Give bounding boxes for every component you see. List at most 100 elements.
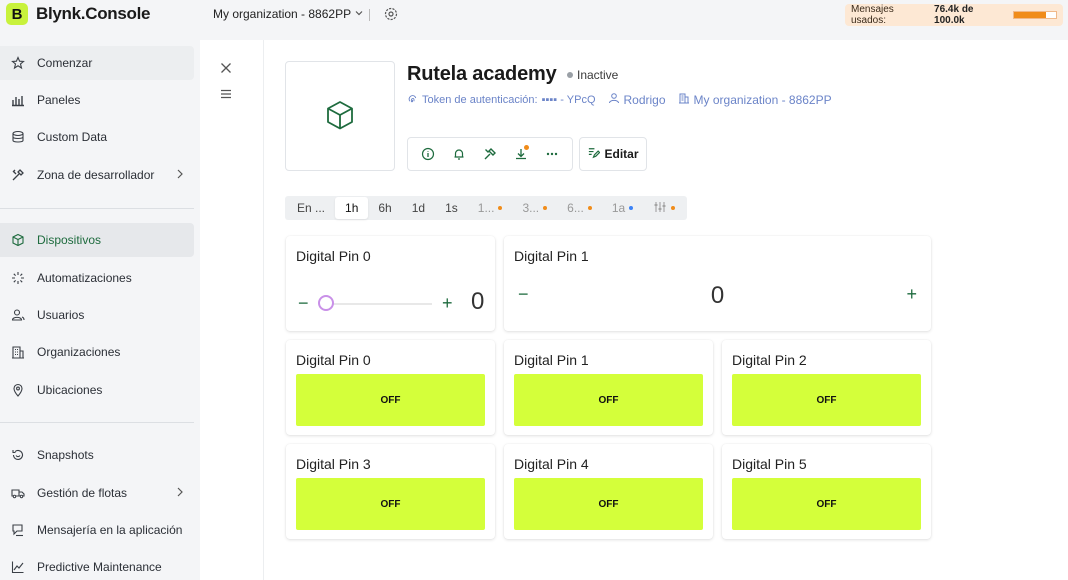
device-meta: Token de autenticación: ▪▪▪▪ - YPcQ Rodr… bbox=[407, 92, 832, 107]
menu-icon[interactable] bbox=[218, 86, 234, 102]
widget-title: Digital Pin 0 bbox=[296, 248, 371, 264]
fingerprint-icon bbox=[407, 93, 418, 107]
edit-label: Editar bbox=[604, 147, 639, 161]
location-pin-icon bbox=[10, 382, 26, 398]
notification-dot bbox=[524, 145, 530, 150]
time-range-tab[interactable]: 1s bbox=[435, 197, 468, 219]
widget-title: Digital Pin 2 bbox=[732, 352, 807, 368]
sidebar-item-label: Predictive Maintenance bbox=[37, 560, 162, 574]
more-icon[interactable] bbox=[543, 145, 561, 163]
users-icon bbox=[10, 307, 26, 323]
sidebar-item-organizaciones[interactable]: Organizaciones bbox=[0, 335, 194, 369]
brand-name: Blynk.Console bbox=[36, 4, 151, 23]
org-selector-label: My organization - 8862PP bbox=[213, 7, 352, 21]
switch-widget: Digital Pin 3 OFF bbox=[286, 444, 495, 539]
edit-icon bbox=[587, 146, 601, 162]
slider-widget: Digital Pin 0 − + 0 bbox=[286, 236, 495, 331]
edit-button[interactable]: Editar bbox=[579, 137, 647, 171]
sparkle-icon bbox=[10, 270, 26, 286]
sidebar-item-label: Paneles bbox=[37, 93, 81, 107]
time-range-tab[interactable]: 6... bbox=[557, 197, 602, 219]
switch-widget: Digital Pin 2 OFF bbox=[722, 340, 931, 435]
sidebar-item-custom-data[interactable]: Custom Data bbox=[0, 120, 194, 154]
sliders-icon bbox=[653, 201, 667, 216]
auth-token[interactable]: Token de autenticación: ▪▪▪▪ - YPcQ bbox=[407, 93, 596, 107]
sidebar-item-label: Automatizaciones bbox=[37, 271, 132, 285]
sidebar-item-label: Zona de desarrollador bbox=[37, 168, 155, 182]
switch-button[interactable]: OFF bbox=[732, 478, 921, 530]
device-title: Rutela academy bbox=[407, 63, 557, 85]
device-status: Inactive bbox=[567, 68, 618, 82]
sidebar-item-comenzar[interactable]: Comenzar bbox=[0, 46, 194, 80]
widget-title: Digital Pin 0 bbox=[296, 352, 371, 368]
time-range-tab-label: 6h bbox=[378, 201, 392, 215]
bar-chart-icon bbox=[10, 92, 26, 108]
sidebar-item-label: Mensajería en la aplicación bbox=[37, 523, 183, 537]
auth-token-label: Token de autenticación: bbox=[422, 93, 538, 106]
time-range-tab[interactable]: 1a bbox=[602, 197, 643, 219]
plus-icon[interactable]: + bbox=[442, 292, 453, 314]
usage-value: 76.4k de 100.0k bbox=[934, 4, 974, 26]
panel-toolbar bbox=[200, 40, 264, 580]
sidebar-item-paneles[interactable]: Paneles bbox=[0, 83, 194, 117]
device-organization[interactable]: My organization - 8862PP bbox=[678, 92, 832, 107]
organization-name: My organization - 8862PP bbox=[693, 92, 832, 107]
tools-icon[interactable] bbox=[481, 145, 499, 163]
slider-value: 0 bbox=[471, 288, 485, 315]
sidebar-item-label: Snapshots bbox=[37, 448, 94, 462]
star-icon bbox=[10, 55, 26, 71]
database-icon bbox=[10, 129, 26, 145]
close-icon[interactable] bbox=[218, 60, 234, 76]
sidebar-item-mensajeria[interactable]: Mensajería en la aplicación bbox=[0, 513, 194, 547]
sidebar-item-label: Comenzar bbox=[37, 56, 93, 70]
auth-token-value: ▪▪▪▪ - YPcQ bbox=[541, 93, 596, 106]
switch-widget: Digital Pin 5 OFF bbox=[722, 444, 931, 539]
sidebar-item-ubicaciones[interactable]: Ubicaciones bbox=[0, 373, 194, 407]
bell-icon[interactable] bbox=[450, 145, 468, 163]
device-owner[interactable]: Rodrigo bbox=[608, 92, 666, 107]
minus-icon[interactable]: − bbox=[298, 292, 309, 314]
sidebar-item-usuarios[interactable]: Usuarios bbox=[0, 298, 194, 332]
gear-icon[interactable] bbox=[383, 6, 399, 22]
time-range-tab[interactable]: 1h bbox=[335, 197, 369, 219]
download-icon[interactable] bbox=[512, 145, 530, 163]
time-range-tab[interactable]: 3... bbox=[512, 197, 557, 219]
time-range-tab[interactable]: 1... bbox=[468, 197, 513, 219]
slider-handle[interactable] bbox=[318, 295, 334, 311]
switch-button[interactable]: OFF bbox=[296, 478, 485, 530]
tab-settings[interactable] bbox=[643, 197, 685, 219]
switch-widget: Digital Pin 0 OFF bbox=[286, 340, 495, 435]
minus-icon[interactable]: − bbox=[518, 284, 529, 305]
brand[interactable]: B Blynk.Console bbox=[6, 3, 150, 25]
org-selector[interactable]: My organization - 8862PP bbox=[213, 7, 364, 21]
time-range-tab[interactable]: En ... bbox=[287, 197, 335, 219]
usage-bar-fill bbox=[1014, 12, 1047, 18]
switch-widget: Digital Pin 4 OFF bbox=[504, 444, 713, 539]
chevron-right-icon bbox=[174, 168, 186, 180]
sidebar-item-gestion-flotas[interactable]: Gestión de flotas bbox=[0, 476, 194, 510]
sidebar-item-zona-desarrollador[interactable]: Zona de desarrollador bbox=[0, 158, 194, 192]
plus-icon[interactable]: + bbox=[906, 284, 917, 305]
widget-title: Digital Pin 1 bbox=[514, 248, 589, 264]
time-range-tab-label: 6... bbox=[567, 201, 584, 215]
sidebar-item-automatizaciones[interactable]: Automatizaciones bbox=[0, 261, 194, 295]
time-range-tab-label: 3... bbox=[522, 201, 540, 215]
info-icon[interactable] bbox=[419, 145, 437, 163]
trend-icon bbox=[10, 559, 26, 575]
usage-indicator[interactable]: Mensajes usados: 76.4k de 100.0k bbox=[845, 4, 1063, 26]
time-range-tab-label: 1a bbox=[611, 201, 626, 215]
slider-track[interactable] bbox=[322, 303, 432, 305]
time-range-tab[interactable]: 1d bbox=[402, 197, 435, 219]
sidebar-item-predictive-maintenance[interactable]: Predictive Maintenance bbox=[0, 550, 194, 580]
switch-button[interactable]: OFF bbox=[296, 374, 485, 426]
time-range-tab[interactable]: 6h bbox=[368, 197, 401, 219]
device-actions bbox=[407, 137, 573, 171]
switch-button[interactable]: OFF bbox=[732, 374, 921, 426]
truck-icon bbox=[10, 485, 26, 501]
sidebar-item-dispositivos[interactable]: Dispositivos bbox=[0, 223, 194, 257]
time-range-tabs: En ... 1h 6h 1d 1s 1... 3... 6... 1a bbox=[285, 196, 688, 220]
time-range-tab-label: En ... bbox=[297, 201, 326, 215]
sidebar-item-snapshots[interactable]: Snapshots bbox=[0, 438, 194, 472]
switch-button[interactable]: OFF bbox=[514, 374, 703, 426]
switch-button[interactable]: OFF bbox=[514, 478, 703, 530]
